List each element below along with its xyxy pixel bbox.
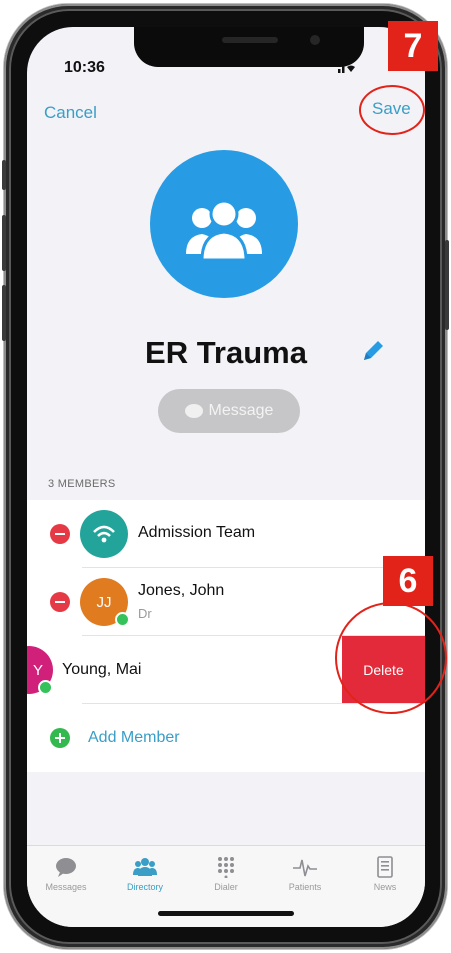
- annotation-circle-delete: [335, 602, 447, 714]
- tab-news[interactable]: News: [345, 856, 425, 892]
- pencil-edit-icon[interactable]: [358, 336, 388, 366]
- message-button-label: Message: [208, 402, 274, 419]
- tab-label: Directory: [126, 882, 163, 892]
- annotation-badge-delete: 6: [383, 556, 433, 606]
- wifi-icon: [93, 525, 115, 543]
- tab-label: Messages: [45, 882, 87, 892]
- mute-switch: [2, 160, 6, 190]
- tab-patients[interactable]: Patients: [265, 856, 345, 892]
- avatar: [80, 510, 128, 558]
- status-icons: [338, 61, 378, 76]
- chat-bubble-icon: [51, 856, 81, 878]
- group-avatar: [150, 150, 298, 298]
- cancel-button[interactable]: Cancel: [44, 103, 97, 123]
- tab-messages[interactable]: Messages: [27, 856, 106, 892]
- people-icon: [130, 856, 160, 878]
- keypad-icon: [211, 856, 241, 879]
- message-button[interactable]: Message: [158, 389, 300, 433]
- avatar-initials: Y: [32, 661, 43, 679]
- member-title: Dr: [138, 606, 152, 621]
- speaker-grille: [222, 37, 278, 43]
- list-item[interactable]: Admission Team: [27, 500, 425, 568]
- annotation-circle-save: [359, 85, 425, 135]
- status-time: 10:36: [64, 59, 105, 76]
- members-count: 3 MEMBERS: [48, 478, 116, 490]
- home-indicator: [158, 911, 294, 916]
- add-icon[interactable]: [50, 728, 70, 748]
- notch: [134, 27, 364, 67]
- member-name: Young, Mai: [62, 661, 142, 678]
- tab-label: News: [373, 882, 397, 892]
- tab-label: Patients: [288, 882, 322, 892]
- front-camera: [310, 35, 320, 45]
- signal-wifi-icon: [338, 65, 355, 73]
- avatar-initials: JJ: [96, 593, 112, 611]
- heartbeat-icon: [290, 856, 320, 878]
- add-member-row[interactable]: Add Member: [27, 704, 425, 772]
- volume-down-button: [2, 285, 6, 341]
- group-people-icon: [186, 199, 262, 262]
- annotation-badge-save: 7: [388, 21, 438, 71]
- volume-up-button: [2, 215, 6, 271]
- tab-label: Dialer: [214, 882, 238, 892]
- remove-member-icon[interactable]: [50, 524, 70, 544]
- member-name: Admission Team: [138, 524, 256, 541]
- remove-member-icon[interactable]: [50, 592, 70, 612]
- chat-bubble-icon: [184, 404, 203, 418]
- power-button: [445, 240, 449, 330]
- tab-directory[interactable]: Directory: [105, 856, 185, 892]
- phone-screen: 10:36 Cancel Save ER Trauma Message 3 ME…: [27, 27, 425, 927]
- add-member-label[interactable]: Add Member: [88, 729, 180, 747]
- online-status-dot: [115, 612, 130, 627]
- document-icon: [370, 856, 400, 878]
- member-name: Jones, John: [138, 582, 225, 599]
- online-status-dot: [38, 680, 53, 695]
- tab-dialer[interactable]: Dialer: [186, 856, 266, 892]
